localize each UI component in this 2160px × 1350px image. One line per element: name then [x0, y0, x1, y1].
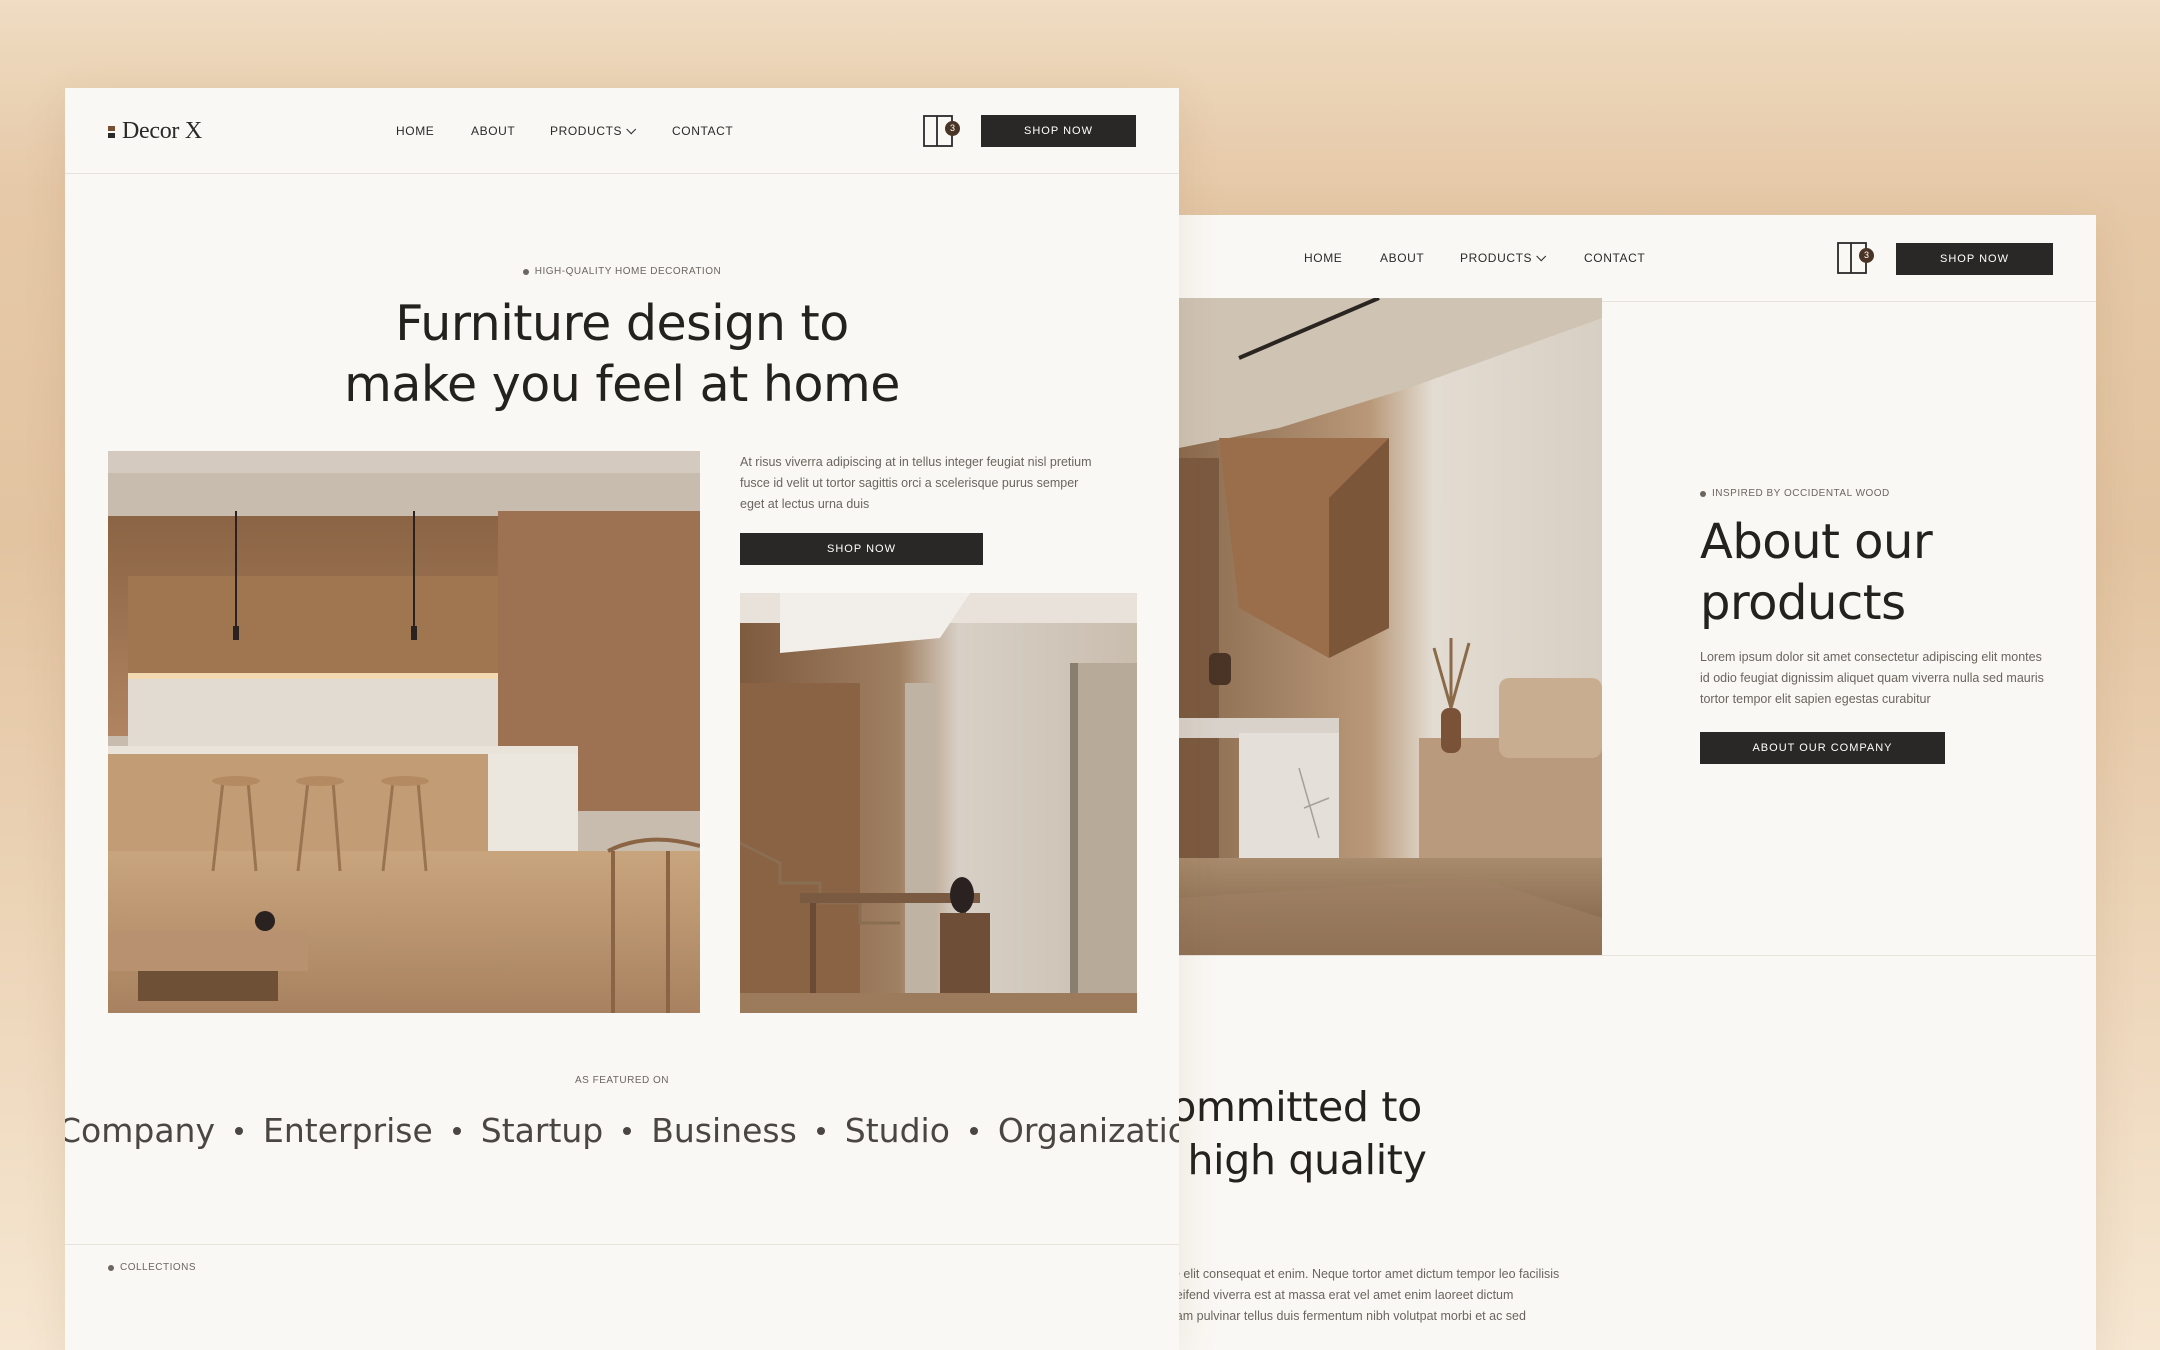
commitment-desc-line2: leifend viverra est at massa erat vel am… [1179, 1288, 1514, 1302]
navbar: Decor X HOME ABOUT PRODUCTS CONTACT 3 SH… [65, 88, 1179, 174]
collections-eyebrow-text: COLLECTIONS [120, 1262, 197, 1273]
nav-products[interactable]: PRODUCTS [550, 123, 672, 138]
nav-products-label: PRODUCTS [550, 124, 623, 138]
separator-dot-icon [452, 1126, 461, 1135]
featured-on-label: AS FEATURED ON [574, 1075, 670, 1086]
hero-eyebrow: HIGH-QUALITY HOME DECORATION [65, 266, 1179, 277]
logo-mark-icon [108, 125, 115, 138]
hero-shop-now-button[interactable]: SHOP NOW [740, 533, 983, 565]
separator-dot-icon [969, 1126, 978, 1135]
about-page-preview: HOME ABOUT PRODUCTS CONTACT 3 SHOP NOW I… [1179, 215, 2096, 1350]
commitment-description: e elit consequat et enim. Neque tortor a… [1179, 1264, 1559, 1327]
commitment-desc-line1: e elit consequat et enim. Neque tortor a… [1179, 1267, 1560, 1281]
separator-dot-icon [235, 1126, 243, 1135]
section-divider [1179, 955, 2096, 956]
collections-eyebrow: COLLECTIONS [108, 1262, 196, 1273]
featured-logo: Organization [997, 1111, 1179, 1150]
commitment-desc-line3: iam pulvinar tellus duis fermentum nibh … [1179, 1309, 1526, 1323]
featured-logo: Business [651, 1111, 797, 1150]
nav-about-label: ABOUT [1380, 251, 1425, 265]
chevron-down-icon [1536, 250, 1547, 261]
about-eyebrow: INSPIRED BY OCCIDENTAL WOOD [1700, 488, 1890, 499]
nav-contact[interactable]: CONTACT [1584, 251, 1645, 265]
bullet-dot-icon [1700, 490, 1706, 497]
navbar: HOME ABOUT PRODUCTS CONTACT 3 SHOP NOW [1179, 215, 2096, 302]
about-eyebrow-text: INSPIRED BY OCCIDENTAL WOOD [1712, 488, 1890, 499]
separator-dot-icon [816, 1126, 825, 1135]
about-title-line2: products [1700, 575, 1906, 631]
nav-home-label: HOME [1304, 251, 1343, 265]
cart-count-badge: 3 [1859, 248, 1874, 263]
interior-living-room-image [1179, 298, 1602, 955]
chevron-down-icon [626, 123, 637, 134]
nav-menu: HOME ABOUT PRODUCTS CONTACT [1304, 250, 1645, 265]
nav-products[interactable]: PRODUCTS [1460, 250, 1584, 265]
about-title-line1: About our [1700, 514, 1933, 570]
featured-logos-strip: Company Enterprise Startup Business Stud… [65, 1111, 1179, 1150]
nav-contact[interactable]: CONTACT [672, 124, 733, 138]
kitchen-interior-image [108, 451, 700, 1013]
section-divider [65, 1244, 1179, 1245]
commitment-heading: committed to g high quality e [1179, 1081, 1427, 1240]
about-our-company-button[interactable]: ABOUT OUR COMPANY [1700, 732, 1945, 764]
featured-logo: Startup [480, 1111, 604, 1150]
nav-contact-label: CONTACT [672, 124, 734, 138]
logo[interactable]: Decor X [108, 118, 202, 145]
nav-home[interactable]: HOME [396, 124, 471, 138]
cart-button[interactable]: 3 [1837, 242, 1874, 274]
hero-eyebrow-text: HIGH-QUALITY HOME DECORATION [534, 266, 722, 277]
hero-title-line2: make you feel at home [344, 356, 900, 413]
cart-button[interactable]: 3 [923, 115, 960, 147]
home-page-preview: Decor X HOME ABOUT PRODUCTS CONTACT 3 SH… [65, 88, 1179, 1350]
logo-text: Decor X [122, 118, 202, 144]
shop-now-button[interactable]: SHOP NOW [1896, 243, 2053, 275]
bullet-dot-icon [522, 268, 529, 275]
shop-now-button[interactable]: SHOP NOW [981, 115, 1136, 147]
hero-title: Furniture design to make you feel at hom… [65, 293, 1179, 415]
nav-about[interactable]: ABOUT [1380, 251, 1460, 265]
hero-title-line1: Furniture design to [395, 295, 849, 352]
nav-home-label: HOME [396, 124, 435, 138]
nav-menu: HOME ABOUT PRODUCTS CONTACT [396, 123, 733, 138]
commitment-heading-line1: committed to [1179, 1083, 1422, 1131]
nav-contact-label: CONTACT [1584, 251, 1646, 265]
nav-about-label: ABOUT [471, 124, 516, 138]
nav-home[interactable]: HOME [1304, 251, 1380, 265]
commitment-heading-line2: g high quality [1179, 1136, 1427, 1184]
bullet-dot-icon [108, 1264, 114, 1271]
featured-logo: Studio [844, 1111, 950, 1150]
nav-about[interactable]: ABOUT [471, 124, 550, 138]
cart-count-badge: 3 [945, 121, 960, 136]
featured-logo: Company [65, 1111, 215, 1150]
hero-description: At risus viverra adipiscing at in tellus… [740, 455, 1092, 511]
featured-logo: Enterprise [263, 1111, 433, 1150]
hallway-interior-image [740, 593, 1137, 1013]
separator-dot-icon [623, 1126, 632, 1135]
about-description: Lorem ipsum dolor sit amet consectetur a… [1700, 650, 2044, 706]
nav-products-label: PRODUCTS [1460, 251, 1533, 265]
about-title: About our products [1700, 512, 1933, 634]
commitment-heading-line3: e [1179, 1187, 1427, 1240]
